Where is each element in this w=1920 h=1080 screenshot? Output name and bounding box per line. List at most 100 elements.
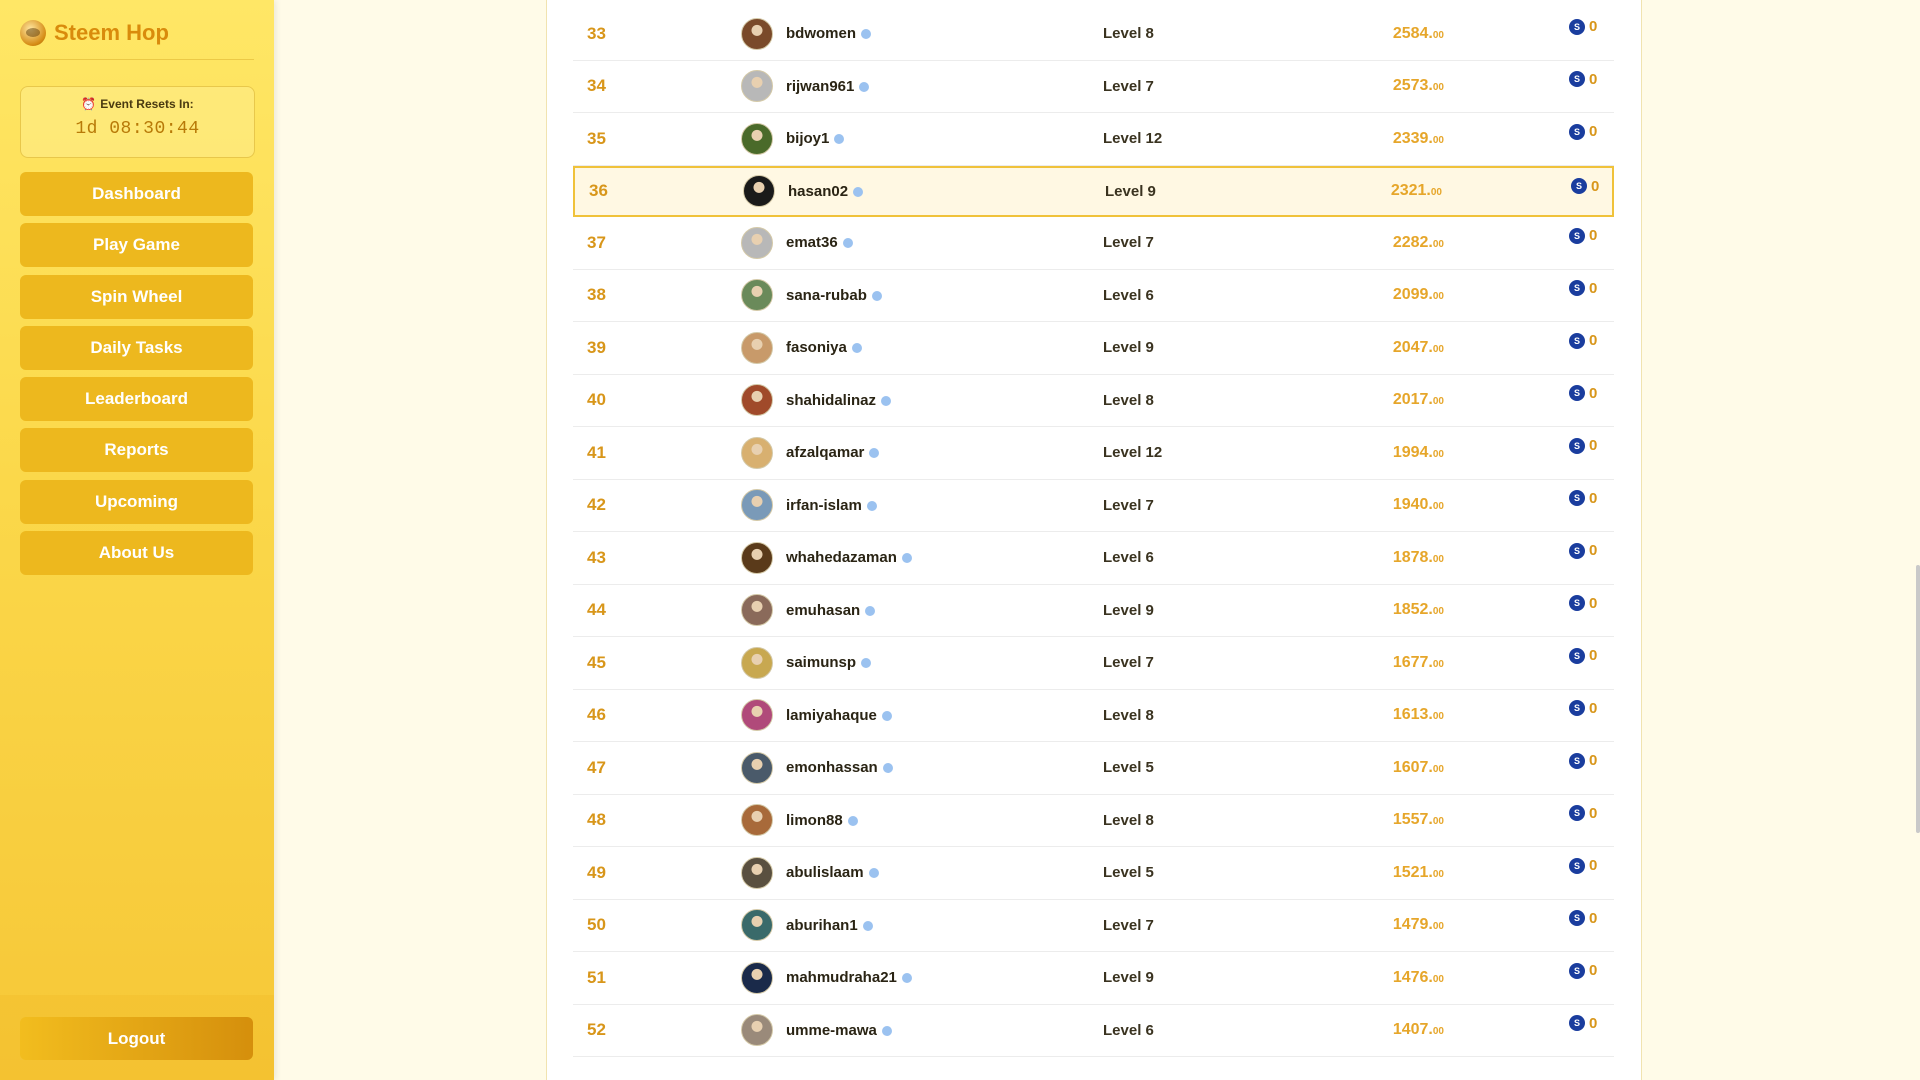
nav-play-game-button[interactable]: Play Game — [20, 223, 253, 268]
table-row[interactable]: 38 sana-rubab Level 6 2099.00 S 0 — [573, 270, 1614, 322]
info-dot-icon[interactable] — [869, 448, 880, 459]
info-dot-icon[interactable] — [901, 553, 912, 564]
avatar[interactable] — [741, 122, 773, 155]
avatar[interactable] — [741, 699, 773, 732]
nav-spin-wheel-button[interactable]: Spin Wheel — [20, 274, 253, 319]
reward-value: 0 — [1589, 384, 1598, 402]
username-link[interactable]: irfan-islam — [786, 497, 877, 514]
username-link[interactable]: bijoy1 — [786, 130, 845, 147]
level-text: Level 5 — [1103, 759, 1154, 777]
nav-leaderboard-button[interactable]: Leaderboard — [20, 377, 253, 422]
avatar[interactable] — [741, 804, 773, 837]
username-link[interactable]: bdwomen — [786, 25, 871, 42]
username-link[interactable]: fasoniya — [786, 339, 862, 356]
page-scrollbar[interactable] — [1916, 565, 1920, 833]
username-link[interactable]: hasan02 — [788, 183, 864, 200]
table-row[interactable]: 49 abulislaam Level 5 1521.00 S 0 — [573, 847, 1614, 900]
username-link[interactable]: aburihan1 — [786, 917, 873, 934]
username-link[interactable]: whahedazaman — [786, 549, 912, 566]
avatar[interactable] — [741, 331, 773, 364]
table-row[interactable]: 39 fasoniya Level 9 2047.00 S 0 — [573, 322, 1614, 375]
avatar[interactable] — [741, 856, 773, 889]
brand[interactable]: Steem Hop — [20, 20, 169, 46]
avatar[interactable] — [741, 646, 773, 679]
table-row[interactable]: 44 emuhasan Level 9 1852.00 S 0 — [573, 585, 1614, 637]
username-link[interactable]: emat36 — [786, 234, 853, 251]
username-link[interactable]: saimunsp — [786, 654, 872, 672]
table-row[interactable]: 45 saimunsp Level 7 1677.00 S 0 — [573, 637, 1614, 690]
info-dot-icon[interactable] — [868, 868, 879, 879]
avatar[interactable] — [741, 436, 773, 469]
username-link[interactable]: abulislaam — [786, 864, 879, 881]
table-row[interactable]: 35 bijoy1 Level 12 2339.00 S 0 — [573, 113, 1614, 166]
avatar[interactable] — [741, 489, 773, 522]
table-row[interactable]: 51 mahmudraha21 Level 9 1476.00 S 0 — [573, 952, 1614, 1005]
level-text: Level 6 — [1103, 1021, 1154, 1039]
table-row[interactable]: 43 whahedazaman Level 6 1878.00 S 0 — [573, 532, 1614, 585]
avatar[interactable] — [741, 279, 773, 312]
info-dot-icon[interactable] — [871, 290, 882, 301]
level-text: Level 6 — [1103, 286, 1154, 304]
rank-number: 51 — [587, 967, 606, 987]
table-row[interactable]: 40 shahidalinaz Level 8 2017.00 S 0 — [573, 375, 1614, 427]
info-dot-icon[interactable] — [847, 815, 858, 826]
rank-number: 33 — [587, 23, 606, 43]
table-row[interactable]: 48 limon88 Level 8 1557.00 S 0 — [573, 795, 1614, 847]
table-row[interactable]: 52 umme-mawa Level 6 1407.00 S 0 — [573, 1005, 1614, 1057]
info-dot-icon[interactable] — [862, 920, 873, 931]
avatar[interactable] — [743, 175, 775, 208]
logout-button[interactable]: Logout — [20, 1017, 253, 1060]
username-link[interactable]: sana-rubab — [786, 287, 882, 304]
info-dot-icon[interactable] — [881, 1025, 892, 1036]
table-row[interactable]: 41 afzalqamar Level 12 1994.00 S 0 — [573, 427, 1614, 480]
info-dot-icon[interactable] — [861, 29, 871, 40]
table-row[interactable]: 46 lamiyahaque Level 8 1613.00 S 0 — [573, 690, 1614, 742]
table-row[interactable]: 50 aburihan1 Level 7 1479.00 S 0 — [573, 900, 1614, 952]
score-integer: 2017 — [1392, 391, 1429, 409]
avatar[interactable] — [741, 226, 773, 259]
avatar[interactable] — [741, 541, 773, 574]
nav-about-us-button[interactable]: About Us — [20, 531, 253, 576]
info-dot-icon[interactable] — [853, 186, 864, 197]
nav-dashboard-button[interactable]: Dashboard — [20, 172, 253, 216]
username-link[interactable]: afzalqamar — [786, 444, 880, 461]
nav-reports-button[interactable]: Reports — [20, 428, 253, 473]
username-link[interactable]: limon88 — [786, 812, 858, 829]
username-link[interactable]: shahidalinaz — [786, 392, 892, 409]
avatar[interactable] — [741, 1014, 773, 1047]
avatar[interactable] — [741, 70, 773, 103]
table-row[interactable]: 37 emat36 Level 7 2282.00 S 0 — [573, 217, 1614, 270]
nav-daily-tasks-button[interactable]: Daily Tasks — [20, 325, 253, 370]
info-dot-icon[interactable] — [881, 710, 892, 721]
info-dot-icon[interactable] — [834, 134, 845, 145]
info-dot-icon[interactable] — [882, 763, 893, 774]
event-reset-box: ⏰ Event Resets In: 1d 08:30:44 — [20, 86, 255, 158]
table-row[interactable]: 36 hasan02 Level 9 2321.00 S 0 — [573, 165, 1614, 217]
username-link[interactable]: emuhasan — [786, 602, 876, 619]
avatar[interactable] — [741, 909, 773, 942]
info-dot-icon[interactable] — [861, 658, 872, 669]
info-dot-icon[interactable] — [851, 343, 862, 354]
username-text: saimunsp — [786, 654, 857, 672]
info-dot-icon[interactable] — [866, 500, 877, 511]
info-dot-icon[interactable] — [865, 605, 876, 616]
info-dot-icon[interactable] — [901, 973, 912, 984]
table-row[interactable]: 33 bdwomen Level 8 2584.00 S 0 — [573, 8, 1614, 61]
nav-upcoming-button[interactable]: Upcoming — [20, 479, 253, 524]
username-link[interactable]: umme-mawa — [786, 1022, 892, 1039]
avatar[interactable] — [741, 961, 773, 994]
avatar[interactable] — [741, 17, 773, 50]
username-link[interactable]: emonhassan — [786, 759, 893, 776]
username-link[interactable]: rijwan961 — [786, 78, 870, 95]
table-row[interactable]: 34 rijwan961 Level 7 2573.00 S 0 — [573, 61, 1614, 113]
avatar[interactable] — [741, 384, 773, 417]
info-dot-icon[interactable] — [842, 238, 853, 249]
avatar[interactable] — [741, 751, 773, 784]
info-dot-icon[interactable] — [859, 81, 870, 92]
table-row[interactable]: 47 emonhassan Level 5 1607.00 S 0 — [573, 742, 1614, 795]
avatar[interactable] — [741, 594, 773, 627]
info-dot-icon[interactable] — [881, 395, 892, 406]
username-link[interactable]: lamiyahaque — [786, 707, 892, 724]
table-row[interactable]: 42 irfan-islam Level 7 1940.00 S 0 — [573, 480, 1614, 532]
username-link[interactable]: mahmudraha21 — [786, 969, 912, 986]
